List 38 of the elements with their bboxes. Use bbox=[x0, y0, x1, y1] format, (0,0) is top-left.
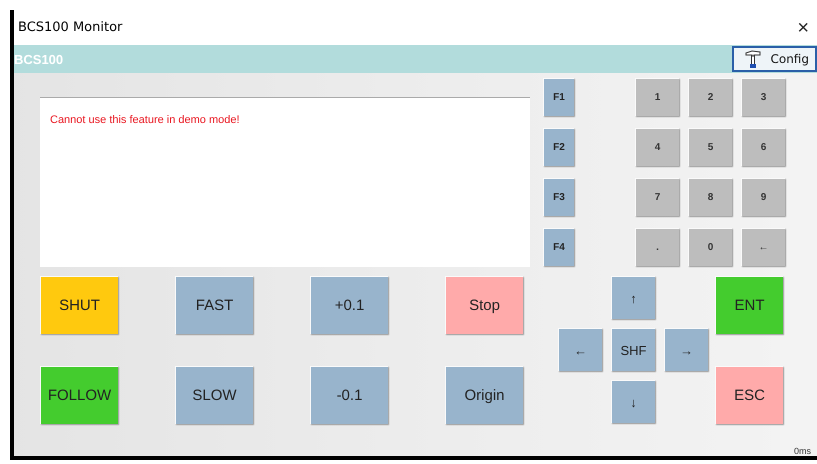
status-text: 0ms bbox=[794, 446, 811, 456]
numpad-key[interactable]: 5 bbox=[688, 128, 732, 166]
action-button[interactable]: ENT bbox=[715, 276, 783, 334]
numpad-key[interactable]: 9 bbox=[741, 178, 785, 216]
control-button[interactable]: Stop bbox=[445, 276, 523, 334]
numpad-key[interactable]: 3 bbox=[741, 78, 785, 116]
function-key[interactable]: F1 bbox=[543, 78, 574, 116]
control-button[interactable]: Origin bbox=[445, 366, 523, 424]
function-key[interactable]: F3 bbox=[543, 178, 574, 216]
navigation-key[interactable]: → bbox=[664, 328, 708, 371]
control-button[interactable]: FOLLOW bbox=[40, 366, 118, 424]
control-button[interactable]: SLOW bbox=[175, 366, 253, 424]
navigation-key[interactable]: SHF bbox=[611, 328, 655, 371]
numpad-key[interactable]: 7 bbox=[635, 178, 679, 216]
control-button[interactable]: FAST bbox=[175, 276, 253, 334]
numpad-key[interactable]: 4 bbox=[635, 128, 679, 166]
navigation-key[interactable]: ↑ bbox=[611, 276, 655, 319]
hammer-icon bbox=[744, 49, 762, 69]
numpad-key[interactable]: 1 bbox=[635, 78, 679, 116]
function-key[interactable]: F4 bbox=[543, 228, 574, 266]
control-button[interactable]: SHUT bbox=[40, 276, 118, 334]
numpad-key[interactable]: ← bbox=[741, 228, 785, 266]
numpad-key[interactable]: 6 bbox=[741, 128, 785, 166]
window-title: BCS100 Monitor bbox=[18, 20, 122, 35]
close-button[interactable]: × bbox=[789, 18, 817, 38]
config-button[interactable]: Config bbox=[732, 46, 817, 72]
control-button[interactable]: +0.1 bbox=[310, 276, 388, 334]
control-button[interactable]: -0.1 bbox=[310, 366, 388, 424]
numpad-key[interactable]: 0 bbox=[688, 228, 732, 266]
function-key[interactable]: F2 bbox=[543, 128, 574, 166]
action-button[interactable]: ESC bbox=[715, 366, 783, 424]
numpad-key[interactable]: 2 bbox=[688, 78, 732, 116]
numpad-key[interactable]: . bbox=[635, 228, 679, 266]
navigation-key[interactable]: ↓ bbox=[611, 380, 655, 423]
navigation-key[interactable]: ← bbox=[558, 328, 602, 371]
numpad-key[interactable]: 8 bbox=[688, 178, 732, 216]
error-message: Cannot use this feature in demo mode! bbox=[50, 114, 240, 126]
header-title: BCS100 bbox=[14, 52, 64, 66]
